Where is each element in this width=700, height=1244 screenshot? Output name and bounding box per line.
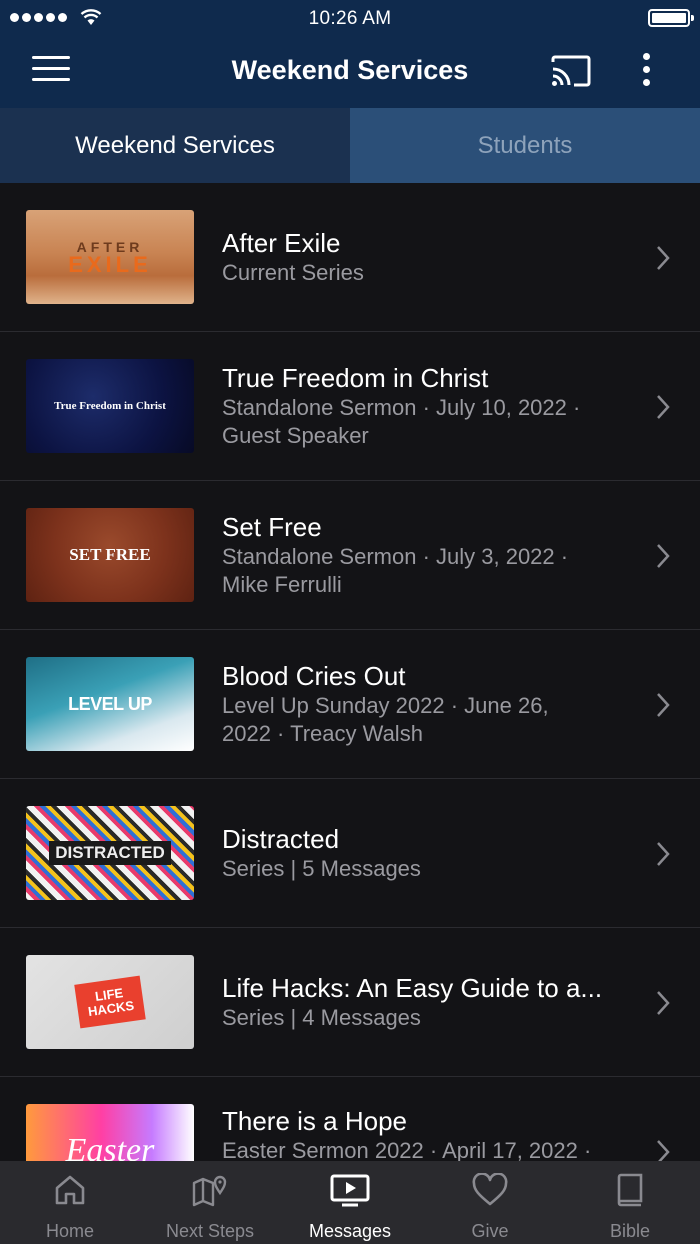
tab-messages[interactable]: Messages — [280, 1161, 420, 1244]
header-bar: Weekend Services — [0, 36, 700, 108]
tab-label: Next Steps — [165, 1221, 255, 1241]
series-thumbnail: LIFE HACKS — [26, 955, 194, 1049]
chevron-right-icon — [657, 842, 670, 866]
item-subtitle: Standalone Sermon · July 3, 2022 · — [222, 544, 569, 569]
item-subtitle: Level Up Sunday 2022 · June 26, — [222, 693, 549, 718]
thumbnail-text: SET FREE — [69, 545, 151, 564]
item-subtitle: Guest Speaker — [222, 423, 369, 448]
map-pin-icon — [192, 1175, 227, 1207]
list-item[interactable]: LEVEL UP Blood Cries Out Level Up Sunday… — [0, 630, 700, 779]
thumbnail-text: LIFE HACKS — [74, 975, 146, 1029]
message-list: AFTER EXILE After Exile Current Series T… — [0, 183, 700, 1161]
list-item[interactable]: DISTRACTED Distracted Series | 5 Message… — [0, 779, 700, 928]
thumbnail-text: Easter — [65, 1132, 155, 1161]
series-thumbnail: AFTER EXILE — [26, 210, 194, 304]
item-title: After Exile — [222, 228, 341, 258]
tab-label: Home — [45, 1221, 94, 1241]
thumbnail-text: EXILE — [68, 252, 152, 277]
item-subtitle: Mike Ferrulli — [222, 572, 342, 597]
chevron-right-icon — [657, 693, 670, 717]
list-item[interactable]: AFTER EXILE After Exile Current Series — [0, 183, 700, 332]
chevron-right-icon — [657, 1140, 670, 1161]
tab-give[interactable]: Give — [420, 1161, 560, 1244]
home-icon — [55, 1175, 85, 1205]
tv-play-icon — [330, 1174, 370, 1207]
cast-icon[interactable] — [550, 54, 592, 88]
item-title: There is a Hope — [222, 1106, 407, 1136]
item-title: Blood Cries Out — [222, 661, 406, 691]
thumbnail-text: DISTRACTED — [49, 841, 171, 865]
item-subtitle: Easter Sermon 2022 · April 17, 2022 · — [222, 1138, 592, 1161]
item-subtitle: Series | 5 Messages — [222, 856, 421, 881]
series-thumbnail: True Freedom in Christ — [26, 359, 194, 453]
tab-next-steps[interactable]: Next Steps — [140, 1161, 280, 1244]
series-thumbnail: SET FREE — [26, 508, 194, 602]
item-title: Set Free — [222, 512, 322, 542]
list-item[interactable]: LIFE HACKS Life Hacks: An Easy Guide to a… — [0, 928, 700, 1077]
chevron-right-icon — [657, 544, 670, 568]
status-bar: 10:26 AM — [0, 0, 700, 36]
series-thumbnail: DISTRACTED — [26, 806, 194, 900]
list-item[interactable]: Easter There is a Hope Easter Sermon 202… — [0, 1077, 700, 1161]
tab-label: Give — [471, 1221, 509, 1241]
list-item[interactable]: True Freedom in Christ True Freedom in C… — [0, 332, 700, 481]
series-thumbnail: Easter — [26, 1104, 194, 1161]
item-subtitle: 2022 · Treacy Walsh — [222, 721, 423, 746]
tab-label: Messages — [308, 1221, 392, 1241]
bottom-tab-bar: Home Next Steps Messages Give Bible — [0, 1161, 700, 1244]
chevron-right-icon — [657, 991, 670, 1015]
segment-tabs: Weekend Services Students — [0, 108, 700, 183]
more-options-icon[interactable] — [636, 53, 656, 91]
tab-students[interactable]: Students — [350, 108, 700, 183]
item-title: True Freedom in Christ — [222, 363, 489, 393]
tab-weekend-services[interactable]: Weekend Services — [0, 108, 350, 183]
item-subtitle: Current Series — [222, 260, 364, 285]
series-thumbnail: LEVEL UP — [26, 657, 194, 751]
book-icon — [617, 1173, 643, 1207]
item-title: Distracted — [222, 824, 340, 854]
chevron-right-icon — [657, 395, 670, 419]
chevron-right-icon — [657, 246, 670, 270]
tab-home[interactable]: Home — [0, 1161, 140, 1244]
battery-icon — [648, 9, 694, 27]
status-time: 10:26 AM — [308, 8, 392, 29]
page-title: Weekend Services — [231, 55, 469, 85]
tab-bible[interactable]: Bible — [560, 1161, 700, 1244]
item-subtitle: Series | 4 Messages — [222, 1005, 421, 1030]
list-item[interactable]: SET FREE Set Free Standalone Sermon · Ju… — [0, 481, 700, 630]
item-subtitle: Standalone Sermon · July 10, 2022 · — [222, 395, 581, 420]
thumbnail-text: LEVEL UP — [68, 693, 152, 714]
thumbnail-text: True Freedom in Christ — [54, 400, 166, 412]
heart-icon — [472, 1173, 508, 1206]
item-title: Life Hacks: An Easy Guide to a... — [222, 973, 603, 1003]
tab-label: Bible — [609, 1221, 651, 1241]
